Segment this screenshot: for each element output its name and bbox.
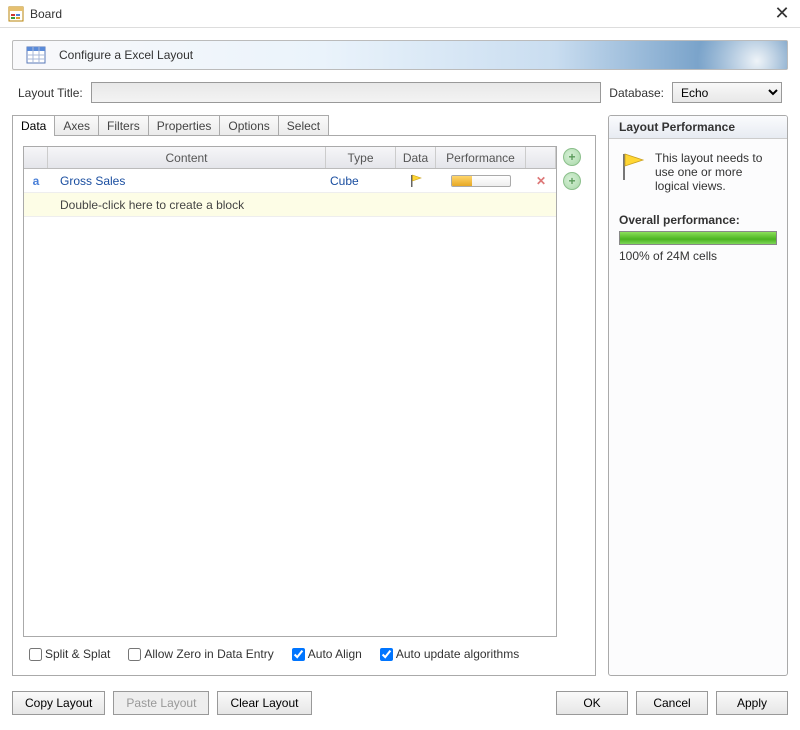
main-area: Data Axes Filters Properties Options Sel… [12, 115, 788, 676]
performance-message-row: This layout needs to use one or more log… [619, 151, 777, 193]
tab-axes[interactable]: Axes [54, 115, 99, 136]
row-content[interactable]: Gross Sales [48, 169, 326, 192]
performance-body: This layout needs to use one or more log… [609, 139, 787, 275]
title-row: Layout Title: Database: Echo [12, 82, 788, 103]
allow-zero-checkbox[interactable]: Allow Zero in Data Entry [128, 647, 273, 661]
tab-data[interactable]: Data [12, 115, 55, 136]
grid-wrap: Content Type Data Performance a Gross Sa… [23, 146, 585, 637]
titlebar: Board ✕ [0, 0, 800, 28]
header-data[interactable]: Data [396, 147, 436, 168]
database-label: Database: [609, 86, 664, 100]
flag-icon [408, 173, 424, 189]
perf-bar [451, 175, 511, 187]
overall-performance-fill [620, 232, 776, 244]
data-grid: Content Type Data Performance a Gross Sa… [23, 146, 557, 637]
apply-button[interactable]: Apply [716, 691, 788, 715]
side-buttons [563, 146, 585, 637]
cancel-button[interactable]: Cancel [636, 691, 708, 715]
content-area: Configure a Excel Layout Layout Title: D… [0, 28, 800, 688]
row-performance [436, 169, 526, 192]
layout-title-input[interactable] [91, 82, 602, 103]
flag-large-icon [619, 151, 647, 193]
right-column: Layout Performance This layout needs to … [608, 115, 788, 676]
left-column: Data Axes Filters Properties Options Sel… [12, 115, 596, 676]
row-data[interactable] [396, 169, 436, 192]
row-handle[interactable]: a [24, 169, 48, 192]
delete-row-icon[interactable]: ✕ [526, 169, 556, 192]
split-splat-checkbox[interactable]: Split & Splat [29, 647, 110, 661]
overall-performance-label: Overall performance: [619, 213, 777, 227]
footer: Copy Layout Paste Layout Clear Layout OK… [0, 688, 800, 730]
hint-text: Double-click here to create a block [48, 193, 556, 216]
header-title: Configure a Excel Layout [59, 48, 193, 62]
ok-button[interactable]: OK [556, 691, 628, 715]
app-icon [8, 6, 24, 22]
auto-align-checkbox[interactable]: Auto Align [292, 647, 362, 661]
overall-performance-text: 100% of 24M cells [619, 249, 777, 263]
tab-bar: Data Axes Filters Properties Options Sel… [12, 115, 596, 136]
row-type[interactable]: Cube [326, 169, 396, 192]
grid-body[interactable]: a Gross Sales Cube [24, 169, 556, 636]
dialog-window: Board ✕ Configure a Excel Layout Layout … [0, 0, 800, 730]
clear-layout-button[interactable]: Clear Layout [217, 691, 311, 715]
table-row[interactable]: a Gross Sales Cube [24, 169, 556, 193]
grid-header: Content Type Data Performance [24, 147, 556, 169]
header-delete [526, 147, 556, 168]
sheet-icon [25, 44, 47, 66]
window-title: Board [30, 7, 772, 21]
checkbox-row: Split & Splat Allow Zero in Data Entry A… [23, 643, 585, 665]
header-type[interactable]: Type [326, 147, 396, 168]
header-content[interactable]: Content [48, 147, 326, 168]
close-icon[interactable]: ✕ [772, 3, 792, 24]
header-panel: Configure a Excel Layout [12, 40, 788, 70]
tab-select[interactable]: Select [278, 115, 329, 136]
performance-message: This layout needs to use one or more log… [655, 151, 777, 193]
tab-body: Content Type Data Performance a Gross Sa… [12, 135, 596, 676]
add-row-button[interactable] [563, 148, 581, 166]
header-handle [24, 147, 48, 168]
overall-performance-bar [619, 231, 777, 245]
tab-properties[interactable]: Properties [148, 115, 221, 136]
tab-options[interactable]: Options [219, 115, 278, 136]
copy-layout-button[interactable]: Copy Layout [12, 691, 105, 715]
performance-panel: Layout Performance This layout needs to … [608, 115, 788, 676]
hint-row[interactable]: Double-click here to create a block [24, 193, 556, 217]
tab-filters[interactable]: Filters [98, 115, 149, 136]
header-performance[interactable]: Performance [436, 147, 526, 168]
paste-layout-button[interactable]: Paste Layout [113, 691, 209, 715]
hint-handle [24, 193, 48, 216]
database-select[interactable]: Echo [672, 82, 782, 103]
add-block-button[interactable] [563, 172, 581, 190]
performance-header: Layout Performance [609, 116, 787, 139]
layout-title-label: Layout Title: [18, 86, 83, 100]
auto-update-checkbox[interactable]: Auto update algorithms [380, 647, 519, 661]
